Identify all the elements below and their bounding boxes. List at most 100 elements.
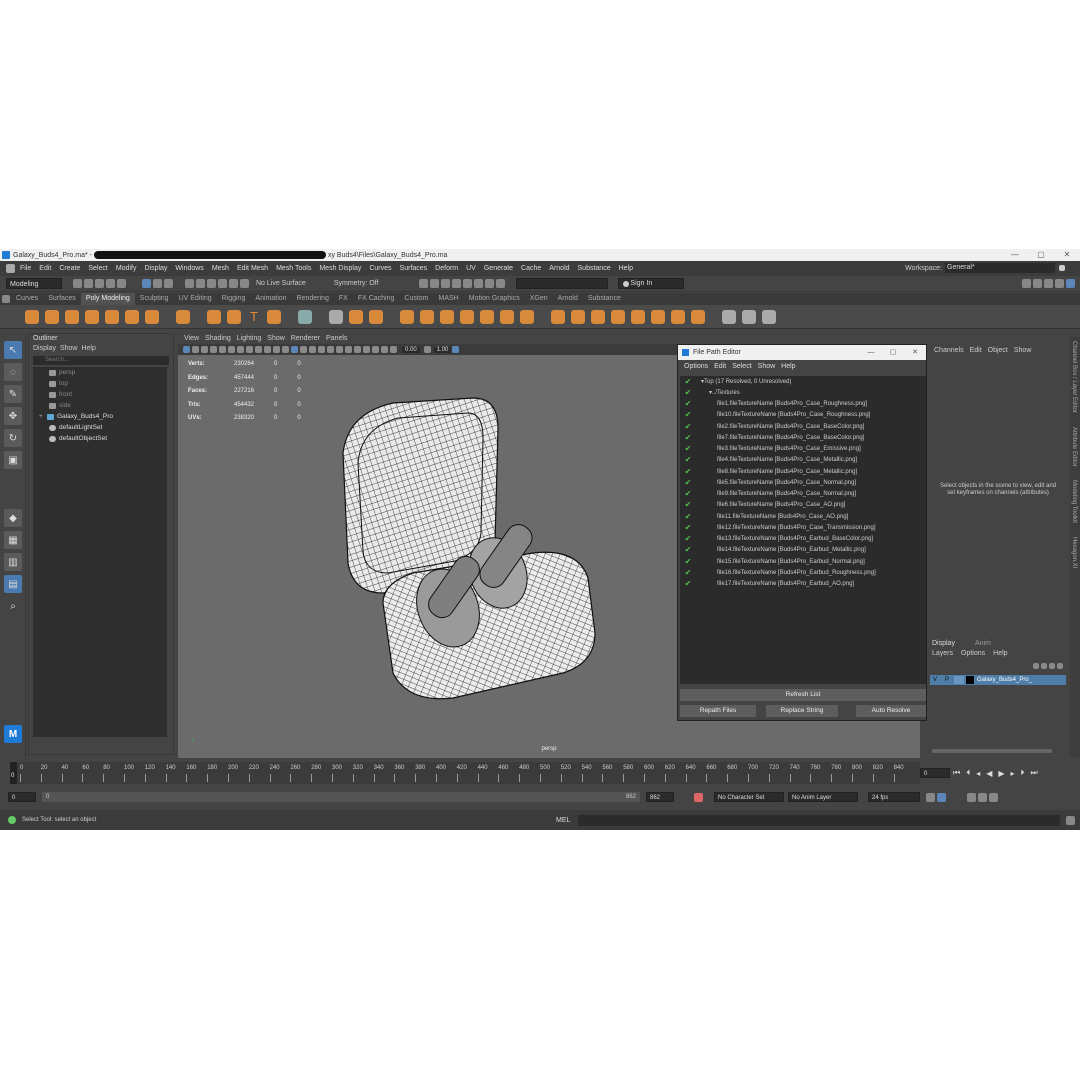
bevel-icon[interactable] — [591, 309, 605, 324]
anim-prefs-icon[interactable] — [978, 792, 987, 802]
scale-tool-icon[interactable]: ▣ — [4, 451, 22, 469]
image-plane-icon[interactable] — [210, 346, 217, 353]
step-back-key-icon[interactable]: ⏴ — [966, 768, 970, 778]
bookmark-icon[interactable] — [201, 346, 208, 353]
outliner-layout-icon[interactable]: ▤ — [4, 575, 22, 593]
resolution-gate-icon[interactable] — [237, 346, 244, 353]
outliner-item-default-object-set[interactable]: defaultObjectSet — [33, 433, 167, 444]
smooth-shade-icon[interactable] — [291, 346, 298, 353]
shelf-tab-poly-modeling[interactable]: Poly Modeling — [80, 293, 135, 305]
shelf-tab-rigging[interactable]: Rigging — [217, 293, 251, 305]
fpe-menu-edit[interactable]: Edit — [714, 363, 726, 370]
gamma-field[interactable]: 1.00 — [433, 346, 452, 353]
snap-view-icon[interactable] — [218, 279, 227, 288]
persp-outliner-layout-icon[interactable]: ▥ — [4, 553, 22, 571]
animation-preferences-icon[interactable] — [989, 792, 998, 802]
fill-hole-icon[interactable] — [520, 309, 534, 324]
shelf-tab-mash[interactable]: MASH — [434, 293, 464, 305]
menu-display[interactable]: Display — [140, 261, 171, 276]
render-icon[interactable] — [419, 279, 429, 288]
outliner-item-galaxy-buds[interactable]: + Galaxy_Buds4_Pro — [33, 411, 167, 422]
menu-surfaces[interactable]: Surfaces — [396, 261, 432, 276]
tool-settings-icon[interactable] — [1044, 279, 1053, 288]
viewport-menu-shading[interactable]: Shading — [205, 335, 231, 342]
attribute-editor-icon[interactable] — [1033, 279, 1042, 288]
lasso-tool-icon[interactable]: ◌ — [4, 363, 22, 381]
expand-icon[interactable]: + — [39, 411, 45, 422]
list-item[interactable]: ✔ file17.fileTextureName [Buds4Pro_Earbud… — [680, 579, 926, 590]
multi-cut-icon[interactable] — [611, 309, 625, 324]
character-set-dropdown[interactable]: No Character Set — [714, 792, 784, 802]
gamma-icon[interactable] — [423, 346, 431, 353]
shelf-tab-fx[interactable]: FX — [334, 293, 353, 305]
list-item[interactable]: ✔ file8.fileTextureName [Buds4Pro_Case_Me… — [680, 466, 926, 477]
select-camera-icon[interactable] — [183, 346, 190, 353]
hypershade-icon[interactable] — [452, 279, 462, 288]
new-layer-selected-icon[interactable] — [1057, 663, 1063, 669]
menu-uv[interactable]: UV — [462, 261, 480, 276]
loop-icon[interactable] — [926, 792, 935, 802]
shelf-tab-xgen[interactable]: XGen — [525, 293, 553, 305]
viewport-menu-view[interactable]: View — [184, 335, 199, 342]
list-item[interactable]: ✔ file3.fileTextureName [Buds4Pro_Case_Em… — [680, 444, 926, 455]
render-view-icon[interactable] — [474, 279, 484, 288]
command-input-field[interactable] — [578, 815, 1060, 826]
outliner-item-front[interactable]: front — [33, 389, 167, 400]
menu-arnold[interactable]: Arnold — [545, 261, 573, 276]
film-gate-icon[interactable] — [228, 346, 235, 353]
outliner-menu-show[interactable]: Show — [60, 345, 78, 352]
shelf-tab-fx-caching[interactable]: FX Caching — [353, 293, 400, 305]
move-layer-down-icon[interactable] — [1041, 663, 1047, 669]
unfold-uv-icon[interactable] — [762, 309, 776, 324]
automatic-uv-icon[interactable] — [742, 309, 756, 324]
ipr-icon[interactable] — [430, 279, 440, 288]
list-item[interactable]: ✔ file7.fileTextureName [Buds4Pro_Case_Ba… — [680, 432, 926, 443]
layer-scrollbar[interactable] — [932, 749, 1052, 753]
fps-dropdown[interactable]: 24 fps — [868, 792, 920, 802]
outliner-menu-display[interactable]: Display — [33, 345, 56, 352]
safe-action-icon[interactable] — [264, 346, 271, 353]
safe-title-icon[interactable] — [273, 346, 280, 353]
minimize-button[interactable]: — — [1002, 249, 1028, 261]
poly-cube-icon[interactable] — [45, 309, 59, 324]
insert-edge-loop-icon[interactable] — [651, 309, 665, 324]
side-tab-hexagon[interactable]: Hexagon.XI — [1071, 537, 1077, 568]
refresh-list-button[interactable]: Refresh List — [680, 689, 926, 701]
mirror-icon[interactable] — [369, 309, 383, 324]
color-management-icon[interactable] — [452, 346, 460, 353]
playback-range-bar[interactable]: 0 862 — [42, 792, 640, 802]
step-forward-frame-icon[interactable]: ▸ — [1011, 769, 1015, 778]
menu-file[interactable]: File — [16, 261, 35, 276]
menu-mesh-display[interactable]: Mesh Display — [315, 261, 365, 276]
viewport-menu-panels[interactable]: Panels — [326, 335, 347, 342]
new-scene-icon[interactable] — [73, 279, 82, 288]
side-tab-attribute-editor[interactable]: Attribute Editor — [1071, 427, 1077, 467]
list-item[interactable]: ✔ file12.fileTextureName [Buds4Pro_Case_T… — [680, 522, 926, 533]
retopologize-icon[interactable] — [460, 309, 474, 324]
rotate-tool-icon[interactable]: ↻ — [4, 429, 22, 447]
camera-attributes-icon[interactable] — [192, 346, 199, 353]
menu-modify[interactable]: Modify — [112, 261, 141, 276]
snap-curve-icon[interactable] — [196, 279, 205, 288]
snap-point-icon[interactable] — [207, 279, 216, 288]
use-all-lights-icon[interactable] — [318, 346, 325, 353]
channel-menu-object[interactable]: Object — [988, 347, 1008, 354]
go-to-end-icon[interactable]: ⏭ — [1031, 768, 1038, 778]
menu-create[interactable]: Create — [55, 261, 84, 276]
exposure-field[interactable]: 0.00 — [402, 346, 420, 353]
play-backward-icon[interactable]: ◀ — [986, 769, 992, 778]
remesh-icon[interactable] — [440, 309, 454, 324]
super-shape-icon[interactable] — [207, 309, 221, 324]
snap-live-icon[interactable] — [240, 279, 249, 288]
xray-icon[interactable] — [372, 346, 379, 353]
planar-uv-icon[interactable] — [722, 309, 736, 324]
boolean-icon[interactable] — [480, 309, 494, 324]
viewport-menu-show[interactable]: Show — [267, 335, 285, 342]
outliner-search-input[interactable]: Search... — [33, 356, 169, 365]
list-item[interactable]: ✔ file14.fileTextureName [Buds4Pro_Earbud… — [680, 545, 926, 556]
shelf-tab-curves[interactable]: Curves — [11, 293, 43, 305]
fpe-close-button[interactable]: ✕ — [904, 345, 926, 360]
outliner-item-side[interactable]: side — [33, 400, 167, 411]
side-tab-channel-box[interactable]: Channel Box / Layer Editor — [1071, 341, 1077, 413]
channel-menu-edit[interactable]: Edit — [970, 347, 982, 354]
